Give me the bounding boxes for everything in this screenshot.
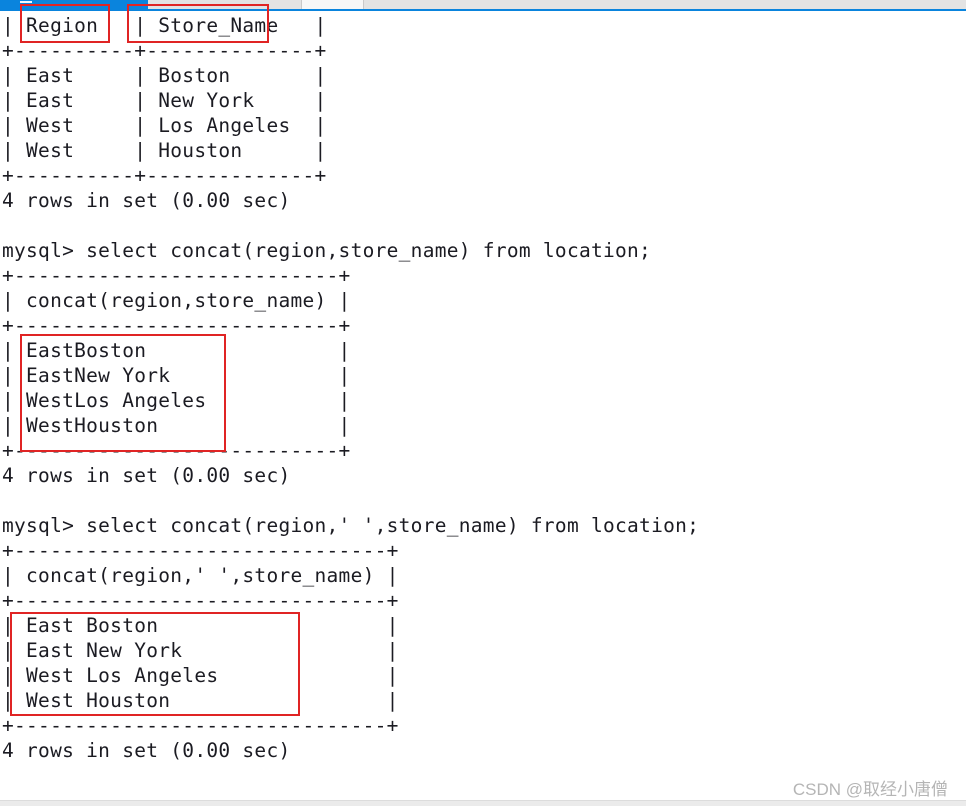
table-row: | East | New York | xyxy=(2,89,327,112)
table-row: | West Los Angeles | xyxy=(2,664,399,687)
table2-row-count: 4 rows in set (0.00 sec) xyxy=(2,464,291,487)
table1-bottom-divider: +----------+--------------+ xyxy=(2,164,327,187)
table2-header-divider: +---------------------------+ xyxy=(2,314,351,337)
table-row: | East Boston | xyxy=(2,614,399,637)
table2-bottom-divider: +---------------------------+ xyxy=(2,439,351,462)
table-row: | West | Los Angeles | xyxy=(2,114,327,137)
table-row: | WestLos Angeles | xyxy=(2,389,351,412)
table3-header-divider: +-------------------------------+ xyxy=(2,589,399,612)
window-titlebar-strip xyxy=(0,0,966,11)
table1-header-divider: +----------+--------------+ xyxy=(2,39,327,62)
window-minimize-icon[interactable] xyxy=(20,1,32,3)
active-window-tab[interactable] xyxy=(0,0,148,11)
page-bottom-bar xyxy=(0,800,966,806)
table-row: | West Houston | xyxy=(2,689,399,712)
table3-header-row: | concat(region,' ',store_name) | xyxy=(2,564,399,587)
table2-top-divider: +---------------------------+ xyxy=(2,264,351,287)
csdn-watermark: CSDN @取经小唐僧 xyxy=(792,780,948,799)
table-row: | WestHouston | xyxy=(2,414,351,437)
query-prompt-line: mysql> select concat(region,store_name) … xyxy=(2,239,652,262)
table-row: | EastNew York | xyxy=(2,364,351,387)
mysql-terminal-console[interactable]: | Region | Store_Name | +----------+----… xyxy=(0,4,966,786)
table-row: | East New York | xyxy=(2,639,399,662)
table-row: | East | Boston | xyxy=(2,64,327,87)
table-row: | West | Houston | xyxy=(2,139,327,162)
titlebar-button-group[interactable] xyxy=(301,0,364,9)
table3-top-divider: +-------------------------------+ xyxy=(2,539,399,562)
query-prompt-line: mysql> select concat(region,' ',store_na… xyxy=(2,514,700,537)
table3-row-count: 4 rows in set (0.00 sec) xyxy=(2,739,291,762)
table1-header-row: | Region | Store_Name | xyxy=(2,14,327,37)
table1-row-count: 4 rows in set (0.00 sec) xyxy=(2,189,291,212)
table2-header-row: | concat(region,store_name) | xyxy=(2,289,351,312)
table3-bottom-divider: +-------------------------------+ xyxy=(2,714,399,737)
titlebar-inactive-area xyxy=(148,0,966,9)
table-row: | EastBoston | xyxy=(2,339,351,362)
